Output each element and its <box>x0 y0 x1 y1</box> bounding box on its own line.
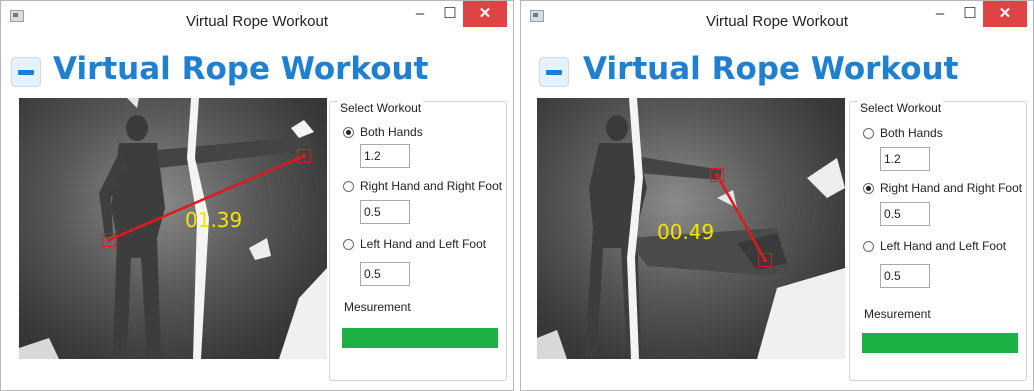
radio-both-hands[interactable]: Both Hands <box>863 126 943 140</box>
minimize-button[interactable]: – <box>925 1 955 27</box>
distance-readout: 00.49 <box>657 220 715 244</box>
radio-icon[interactable] <box>863 128 874 139</box>
left-hand-foot-input[interactable]: 0.5 <box>880 264 930 288</box>
maximize-button[interactable]: ☐ <box>435 1 465 27</box>
left-hand-foot-input[interactable]: 0.5 <box>360 262 410 286</box>
hand-joint-marker <box>297 149 311 163</box>
depth-silhouette <box>19 98 327 359</box>
page-title: Virtual Rope Workout <box>53 51 429 87</box>
radio-left-hand-left-foot[interactable]: Left Hand and Left Foot <box>343 237 486 251</box>
radio-selected-icon[interactable] <box>863 183 874 194</box>
both-hands-input[interactable]: 1.2 <box>360 144 410 168</box>
hand-joint-marker <box>102 233 116 247</box>
hand-joint-marker <box>710 168 724 182</box>
depth-camera-view: 01.39 <box>19 98 327 359</box>
radio-both-hands[interactable]: Both Hands <box>343 125 423 139</box>
right-hand-foot-input[interactable]: 0.5 <box>880 202 930 226</box>
radio-label: Left Hand and Left Foot <box>360 237 487 251</box>
minimize-button[interactable]: – <box>405 1 435 27</box>
kinect-icon <box>539 57 569 87</box>
measurement-label: Mesurement <box>344 300 411 314</box>
radio-label: Right Hand and Right Foot <box>880 181 1023 195</box>
group-legend: Select Workout <box>858 101 944 115</box>
radio-icon[interactable] <box>343 181 354 192</box>
radio-label: Right Hand and Right Foot <box>360 179 503 193</box>
measurement-progress-bar <box>342 328 498 348</box>
both-hands-input[interactable]: 1.2 <box>880 147 930 171</box>
depth-camera-view: 00.49 <box>537 98 845 359</box>
measurement-fill <box>342 328 498 348</box>
distance-readout: 01.39 <box>185 208 243 232</box>
radio-icon[interactable] <box>863 241 874 252</box>
radio-right-hand-right-foot[interactable]: Right Hand and Right Foot <box>343 179 502 193</box>
radio-selected-icon[interactable] <box>343 127 354 138</box>
select-workout-group: Select Workout Both Hands 1.2 Right Hand… <box>849 101 1027 381</box>
radio-label: Left Hand and Left Foot <box>880 239 1007 253</box>
radio-label: Both Hands <box>360 125 423 139</box>
radio-icon[interactable] <box>343 239 354 250</box>
foot-joint-marker <box>758 253 772 267</box>
close-button[interactable]: ✕ <box>463 1 507 27</box>
maximize-button[interactable]: ☐ <box>955 1 985 27</box>
title-bar[interactable]: Virtual Rope Workout – ☐ ✕ <box>521 1 1033 39</box>
radio-left-hand-left-foot[interactable]: Left Hand and Left Foot <box>863 239 1006 253</box>
measurement-fill <box>862 333 1018 353</box>
measurement-label: Mesurement <box>864 307 931 321</box>
group-legend: Select Workout <box>338 101 424 115</box>
kinect-icon <box>11 57 41 87</box>
app-window-left: Virtual Rope Workout – ☐ ✕ Virtual Rope … <box>0 0 514 391</box>
page-title: Virtual Rope Workout <box>583 51 959 87</box>
radio-right-hand-right-foot[interactable]: Right Hand and Right Foot <box>863 181 1022 195</box>
close-button[interactable]: ✕ <box>983 1 1027 27</box>
radio-label: Both Hands <box>880 126 943 140</box>
title-bar[interactable]: Virtual Rope Workout – ☐ ✕ <box>1 1 513 39</box>
app-window-right: Virtual Rope Workout – ☐ ✕ Virtual Rope … <box>520 0 1034 391</box>
select-workout-group: Select Workout Both Hands 1.2 Right Hand… <box>329 101 507 381</box>
measurement-progress-bar <box>862 333 1018 353</box>
right-hand-foot-input[interactable]: 0.5 <box>360 200 410 224</box>
